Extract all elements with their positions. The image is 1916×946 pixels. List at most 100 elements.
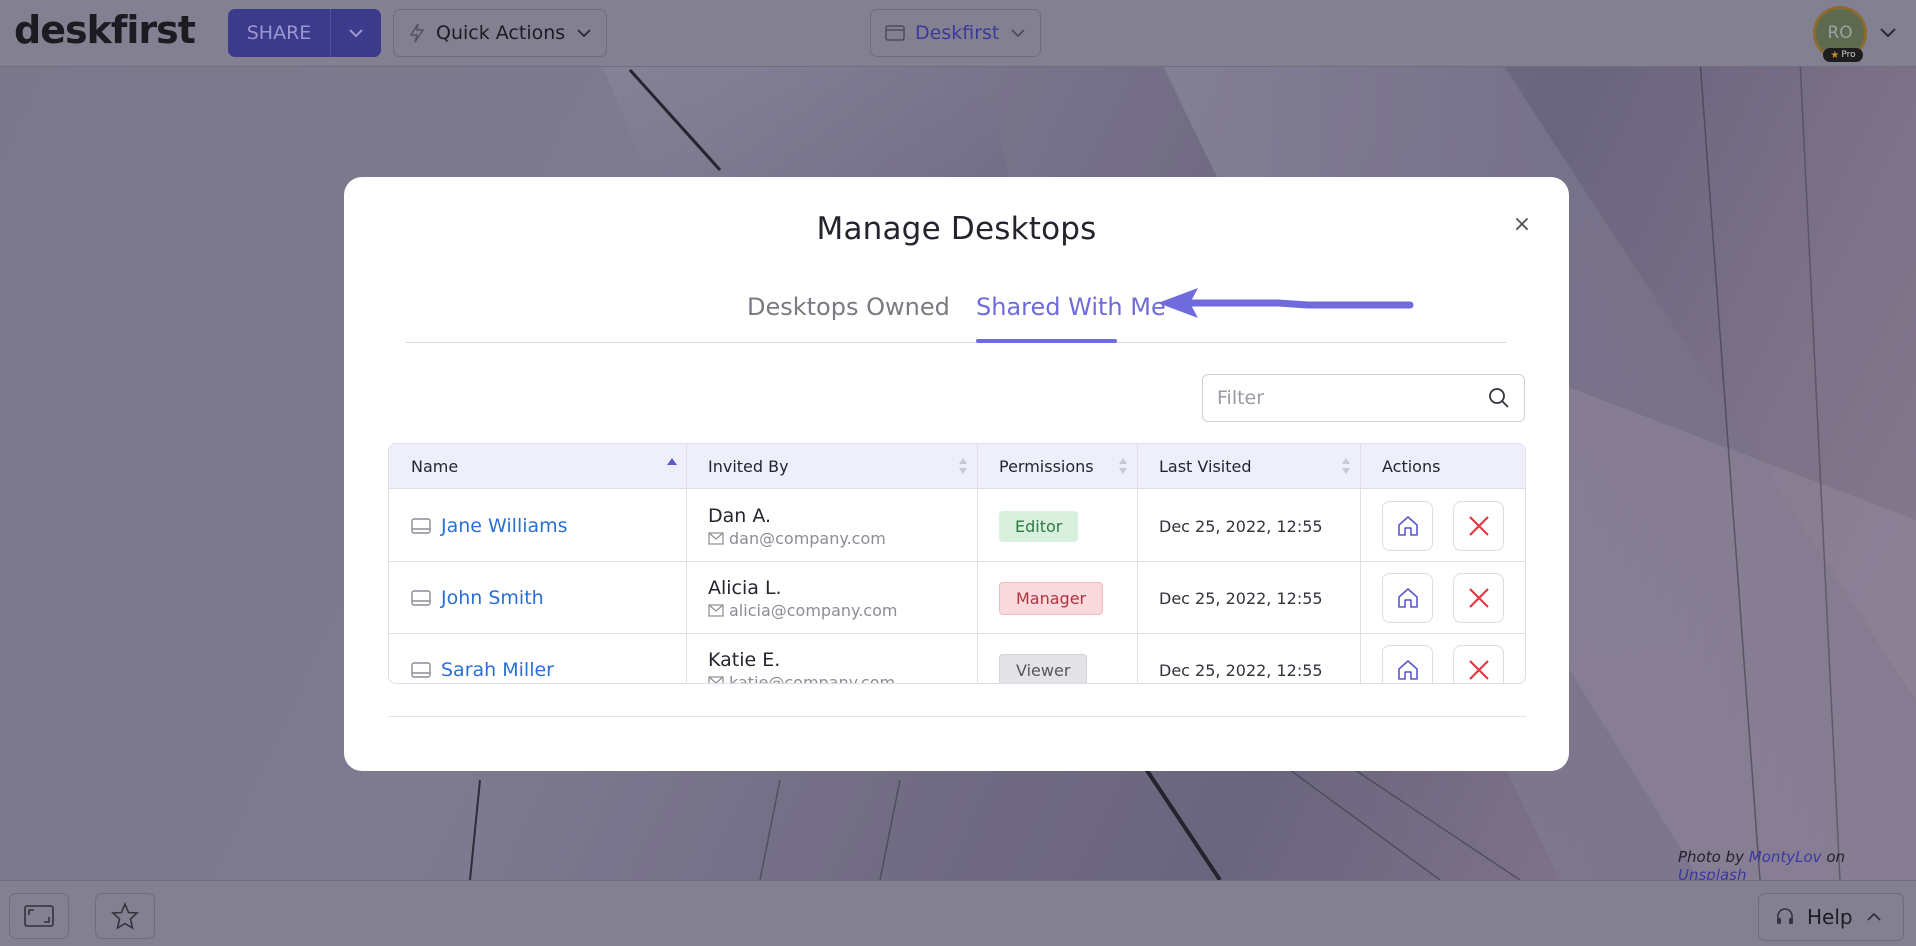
desktop-name-link[interactable]: Sarah Miller — [441, 659, 554, 681]
column-header-label: Name — [411, 457, 459, 476]
inviter-email-text: dan@company.com — [729, 528, 886, 548]
lightning-icon — [409, 23, 425, 43]
last-visited-date: Dec 25, 2022, 12:55 — [1159, 660, 1323, 680]
photo-credit: Photo by MontyLov on Unsplash — [1678, 848, 1916, 884]
fullscreen-button[interactable] — [9, 893, 69, 939]
manage-desktops-modal: Manage Desktops × Desktops Owned Shared … — [344, 177, 1569, 771]
home-icon — [1397, 660, 1418, 680]
star-icon — [111, 902, 139, 930]
desktop-icon — [411, 590, 431, 606]
inviter-email: alicia@company.com — [708, 601, 897, 620]
permission-cell: Viewer — [999, 634, 1088, 683]
fullscreen-icon — [24, 905, 54, 927]
envelope-icon — [708, 531, 724, 545]
filter-input[interactable] — [1217, 387, 1488, 409]
envelope-icon — [708, 603, 724, 617]
sort-icon — [1119, 458, 1127, 474]
remove-button[interactable] — [1453, 645, 1504, 683]
column-header-label: Last Visited — [1159, 457, 1252, 476]
permission-cell: Manager — [999, 562, 1104, 634]
close-icon — [1468, 660, 1489, 680]
invited-by-cell: Katie E. katie@company.com — [708, 634, 896, 684]
table-row: Jane Williams Dan A. dan@company.com Edi… — [389, 490, 1525, 562]
desktop-icon — [411, 662, 431, 678]
tab-desktops-owned[interactable]: Desktops Owned — [747, 293, 950, 321]
desktop-selector-label: Deskfirst — [915, 22, 1000, 44]
photo-credit-prefix: Photo by — [1678, 848, 1744, 866]
share-dropdown-toggle[interactable] — [331, 9, 381, 57]
photo-author-link[interactable]: MontyLov — [1749, 848, 1822, 866]
home-icon — [1397, 516, 1418, 536]
sort-ascending-icon — [667, 458, 677, 465]
inviter-name: Alicia L. — [708, 576, 782, 599]
help-button[interactable]: Help — [1758, 893, 1904, 941]
column-header-name[interactable]: Name — [389, 444, 686, 489]
column-header-actions: Actions — [1360, 444, 1525, 489]
permission-cell: Editor — [999, 490, 1079, 562]
name-cell: Jane Williams — [411, 490, 568, 562]
invited-by-cell: Alicia L. alicia@company.com — [708, 562, 897, 634]
invited-by-cell: Dan A. dan@company.com — [708, 490, 886, 562]
column-header-invited-by[interactable]: Invited By — [686, 444, 977, 489]
desktop-name-link[interactable]: Jane Williams — [441, 515, 568, 537]
inviter-email: katie@company.com — [708, 672, 896, 684]
column-header-last-visited[interactable]: Last Visited — [1137, 444, 1360, 489]
share-button-group: SHARE — [228, 9, 381, 57]
top-bar: deskfirst SHARE Quick Actions Deskfirst … — [0, 0, 1916, 67]
desktop-name-link[interactable]: John Smith — [441, 587, 544, 609]
chevron-down-icon — [577, 29, 591, 38]
chevron-down-icon — [1011, 29, 1025, 38]
filter-field[interactable] — [1202, 374, 1525, 422]
inviter-email: dan@company.com — [708, 529, 886, 548]
close-icon — [1468, 588, 1489, 608]
remove-button[interactable] — [1453, 573, 1504, 623]
inviter-name: Katie E. — [708, 648, 781, 671]
chevron-up-icon — [1866, 912, 1881, 921]
table-row: Sarah Miller Katie E. katie@company.com … — [389, 634, 1525, 684]
search-icon[interactable] — [1488, 387, 1510, 409]
inviter-email-text: katie@company.com — [729, 672, 896, 684]
inviter-name: Dan A. — [708, 504, 772, 527]
last-visited-date: Dec 25, 2022, 12:55 — [1159, 516, 1323, 536]
last-visited-cell: Dec 25, 2022, 12:55 — [1159, 562, 1323, 634]
pro-badge: ★ Pro — [1823, 48, 1863, 62]
tab-shared-with-me[interactable]: Shared With Me — [976, 293, 1166, 321]
chevron-down-icon[interactable] — [1878, 22, 1898, 42]
chevron-down-icon — [349, 29, 363, 38]
quick-actions-button[interactable]: Quick Actions — [393, 9, 607, 57]
permission-badge-manager: Manager — [999, 581, 1104, 615]
headset-icon — [1777, 908, 1793, 924]
last-visited-cell: Dec 25, 2022, 12:55 — [1159, 634, 1323, 683]
app-logo: deskfirst — [14, 8, 196, 52]
bottom-bar: Help — [0, 880, 1916, 946]
set-home-button[interactable] — [1382, 645, 1433, 683]
favorites-button[interactable] — [95, 893, 155, 939]
name-cell: John Smith — [411, 562, 544, 634]
permission-badge-viewer: Viewer — [999, 653, 1088, 683]
desktop-icon — [885, 25, 905, 41]
shared-desktops-table: Name Invited By Permissions Last Visited… — [388, 443, 1526, 684]
column-header-label: Actions — [1382, 457, 1441, 476]
active-tab-indicator — [976, 339, 1117, 343]
share-button[interactable]: SHARE — [228, 9, 331, 57]
set-home-button[interactable] — [1382, 573, 1433, 623]
remove-button[interactable] — [1453, 501, 1504, 551]
sort-icon — [1342, 458, 1350, 474]
close-icon[interactable]: × — [1511, 212, 1533, 237]
modal-footer-divider — [388, 716, 1526, 717]
desktop-selector[interactable]: Deskfirst — [870, 9, 1041, 57]
set-home-button[interactable] — [1382, 501, 1433, 551]
column-header-label: Permissions — [999, 457, 1094, 476]
column-header-permissions[interactable]: Permissions — [977, 444, 1137, 489]
photo-credit-on: on — [1826, 848, 1846, 866]
desktop-icon — [411, 518, 431, 534]
column-header-label: Invited By — [708, 457, 789, 476]
quick-actions-label: Quick Actions — [436, 22, 566, 44]
annotation-arrow-icon — [1158, 288, 1414, 318]
home-icon — [1397, 588, 1418, 608]
last-visited-cell: Dec 25, 2022, 12:55 — [1159, 490, 1323, 562]
permission-badge-editor: Editor — [999, 510, 1079, 542]
table-row: John Smith Alicia L. alicia@company.com … — [389, 562, 1525, 634]
sort-icon — [959, 458, 967, 474]
table-header: Name Invited By Permissions Last Visited… — [389, 444, 1525, 489]
